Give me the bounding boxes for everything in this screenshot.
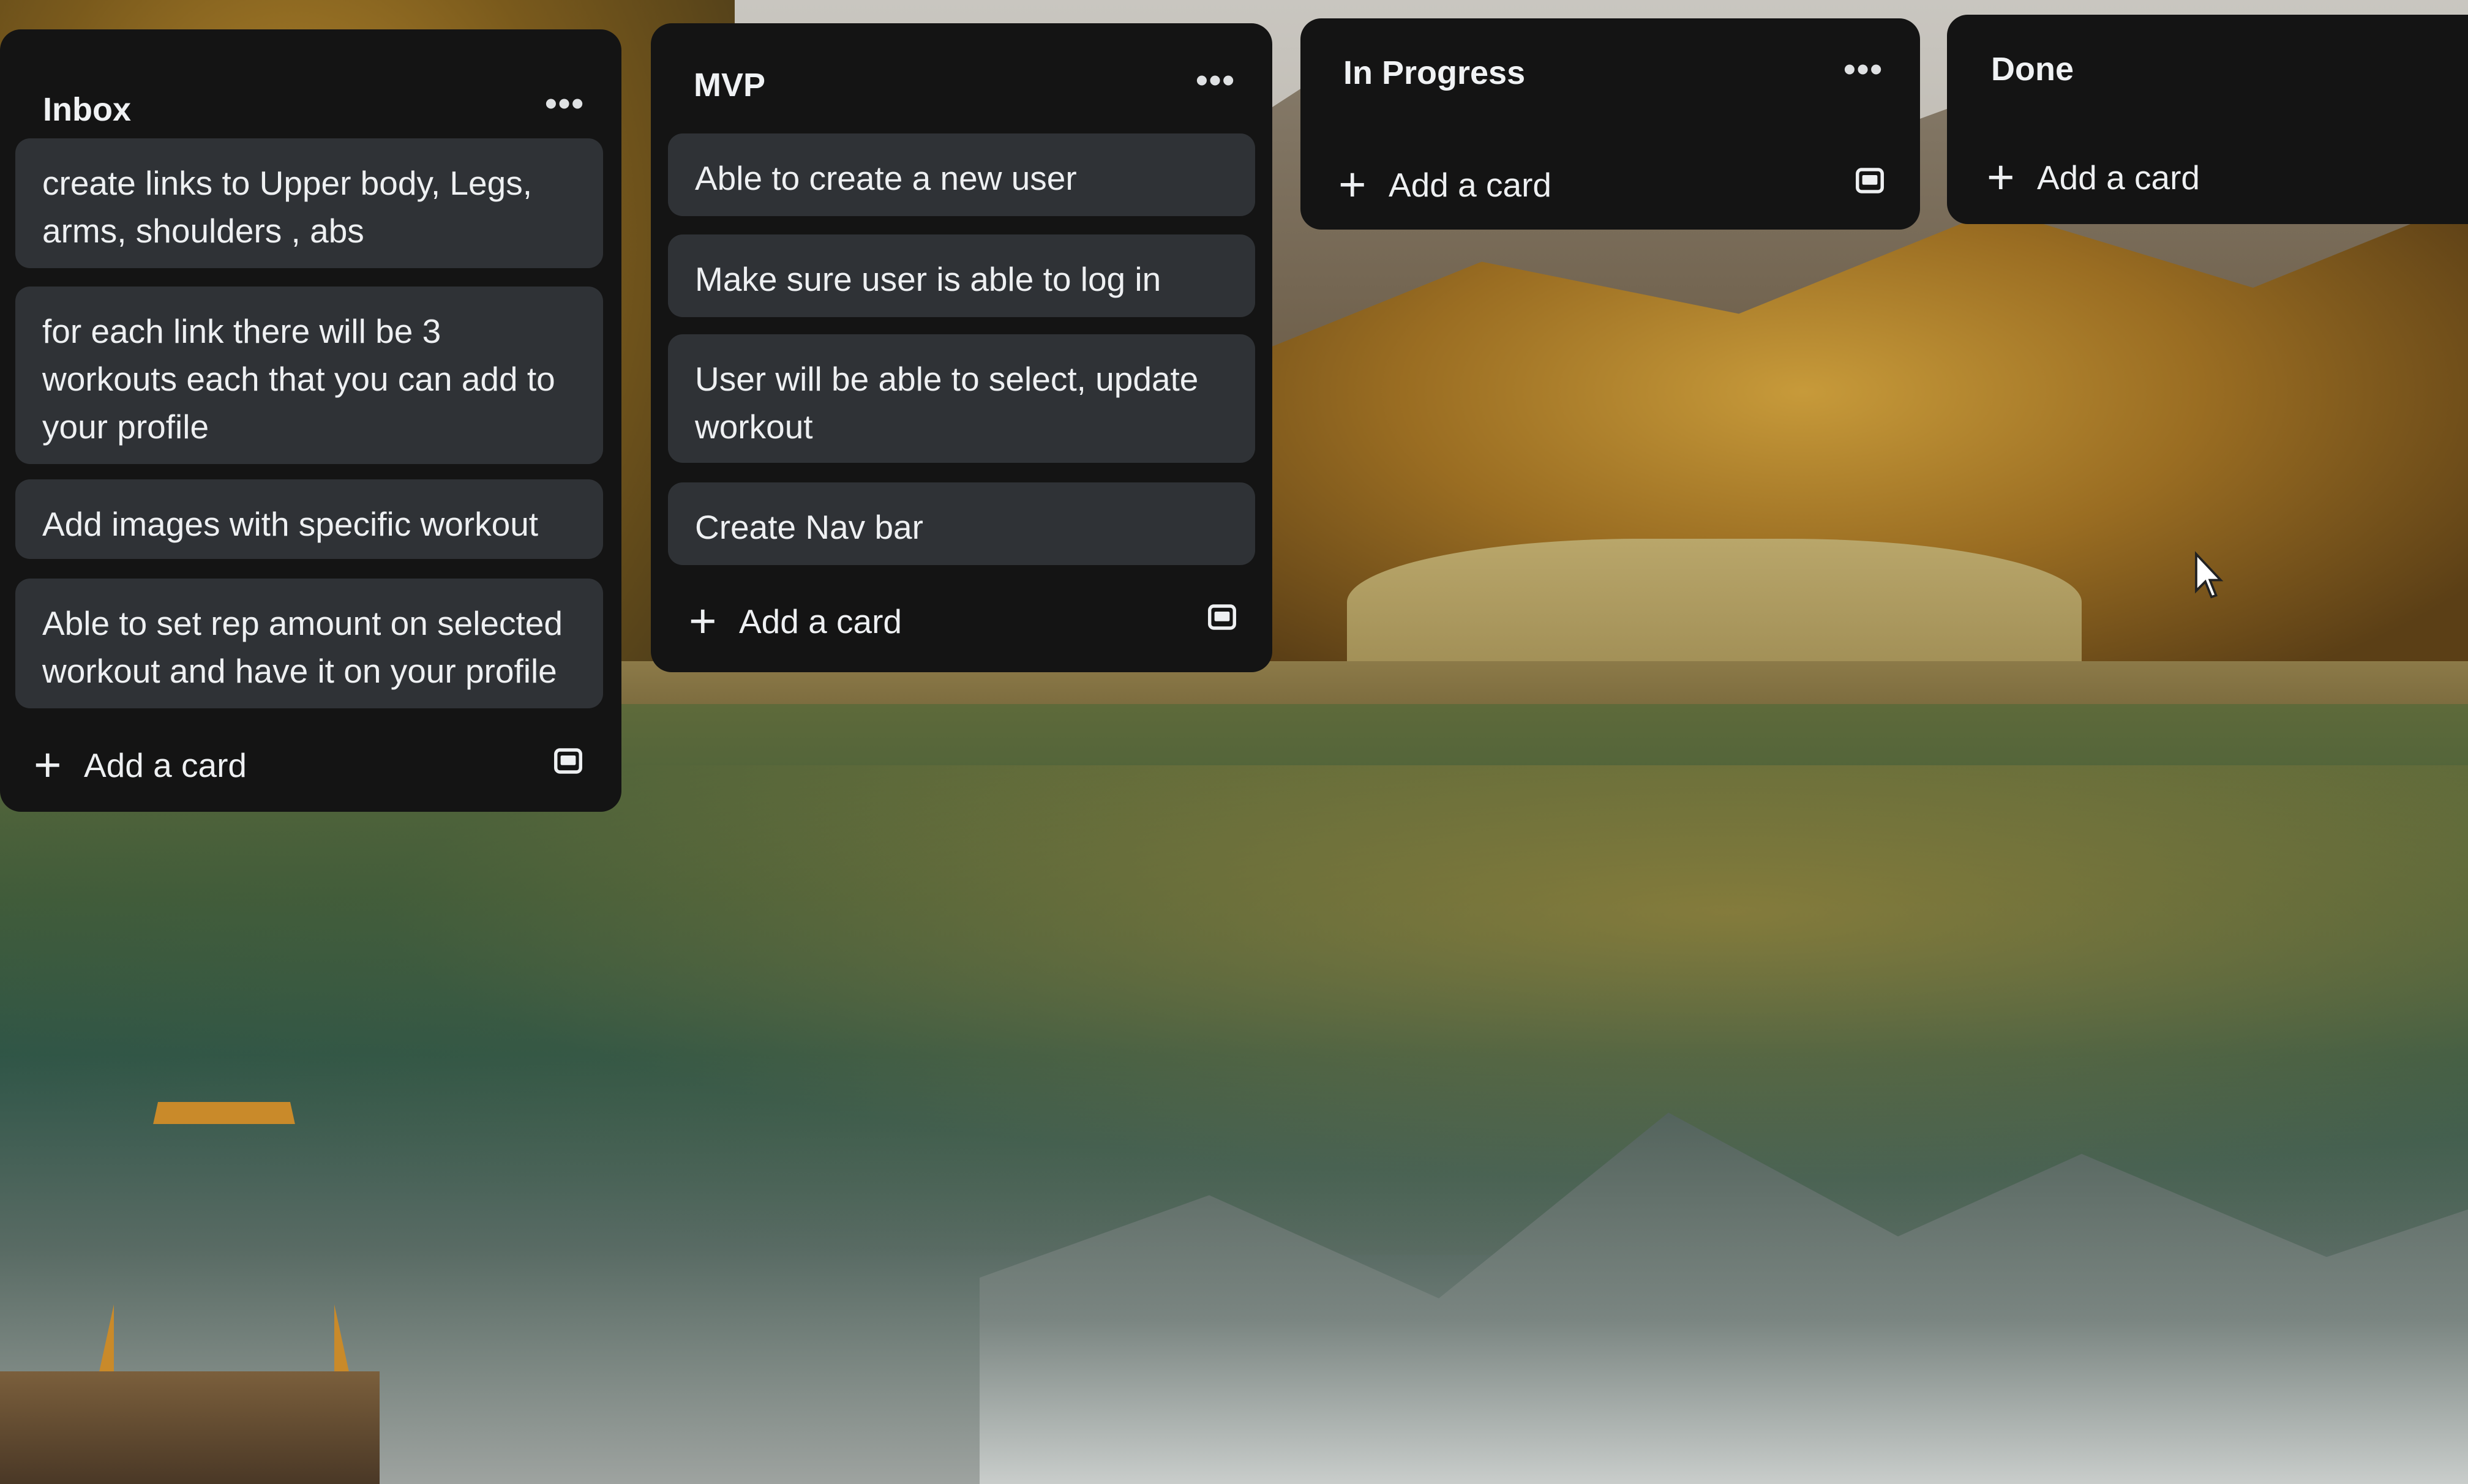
mouse-pointer-icon [2195, 551, 2224, 599]
add-card-button[interactable]: + Add a card [1987, 146, 2444, 207]
add-card-button[interactable]: + Add a card [1338, 153, 1886, 214]
list-header: In Progress ••• [1300, 18, 1920, 141]
card-text: Make sure user is able to log in [695, 260, 1161, 298]
card-text: Add images with specific workout [42, 505, 539, 543]
card-text: Able to set rep amount on selected worko… [42, 604, 563, 690]
add-card-button[interactable]: + Add a card [689, 590, 1239, 651]
card-text: for each link there will be 3 workouts e… [42, 312, 555, 446]
list-title: Done [1991, 51, 2074, 88]
add-card-label: Add a card [739, 602, 902, 640]
card-template-icon[interactable] [1853, 164, 1886, 197]
list-header: MVP ••• [651, 23, 1272, 146]
list-title: MVP [694, 67, 766, 103]
card[interactable]: for each link there will be 3 workouts e… [15, 287, 603, 464]
list-in-progress: In Progress ••• + Add a card [1300, 18, 1920, 230]
card[interactable]: Add images with specific workout [15, 479, 603, 559]
card[interactable]: Able to set rep amount on selected worko… [15, 579, 603, 708]
list-inbox: Inbox ••• create links to Upper body, Le… [0, 29, 621, 812]
add-card-label: Add a card [1389, 166, 1552, 204]
plus-icon: + [689, 594, 717, 648]
list-header: Inbox ••• [0, 29, 621, 152]
card-text: Able to create a new user [695, 159, 1077, 197]
more-horizontal-icon[interactable]: ••• [1843, 49, 1883, 89]
card[interactable]: Create Nav bar [668, 482, 1255, 565]
card[interactable]: User will be able to select, update work… [668, 334, 1255, 463]
plus-icon: + [34, 738, 62, 792]
plus-icon: + [1338, 157, 1367, 211]
more-horizontal-icon[interactable]: ••• [545, 83, 585, 123]
card-text: create links to Upper body, Legs, arms, … [42, 164, 532, 250]
card-template-icon[interactable] [1206, 601, 1239, 634]
list-header: Done [1947, 15, 2468, 137]
more-horizontal-icon[interactable]: ••• [1196, 60, 1236, 100]
add-card-button[interactable]: + Add a card [34, 733, 585, 795]
card[interactable]: Able to create a new user [668, 133, 1255, 216]
card[interactable]: create links to Upper body, Legs, arms, … [15, 138, 603, 268]
list-title: In Progress [1343, 54, 1526, 91]
card-text: User will be able to select, update work… [695, 360, 1199, 446]
card-template-icon[interactable] [552, 744, 585, 778]
card-text: Create Nav bar [695, 508, 923, 546]
kanban-board: Inbox ••• create links to Upper body, Le… [0, 0, 2468, 1484]
list-title: Inbox [43, 91, 131, 128]
list-done: Done + Add a card [1947, 15, 2468, 224]
card[interactable]: Make sure user is able to log in [668, 234, 1255, 317]
add-card-label: Add a card [84, 746, 247, 784]
list-mvp: MVP ••• Able to create a new user Make s… [651, 23, 1272, 672]
add-card-label: Add a card [2037, 159, 2200, 197]
plus-icon: + [1987, 150, 2015, 204]
